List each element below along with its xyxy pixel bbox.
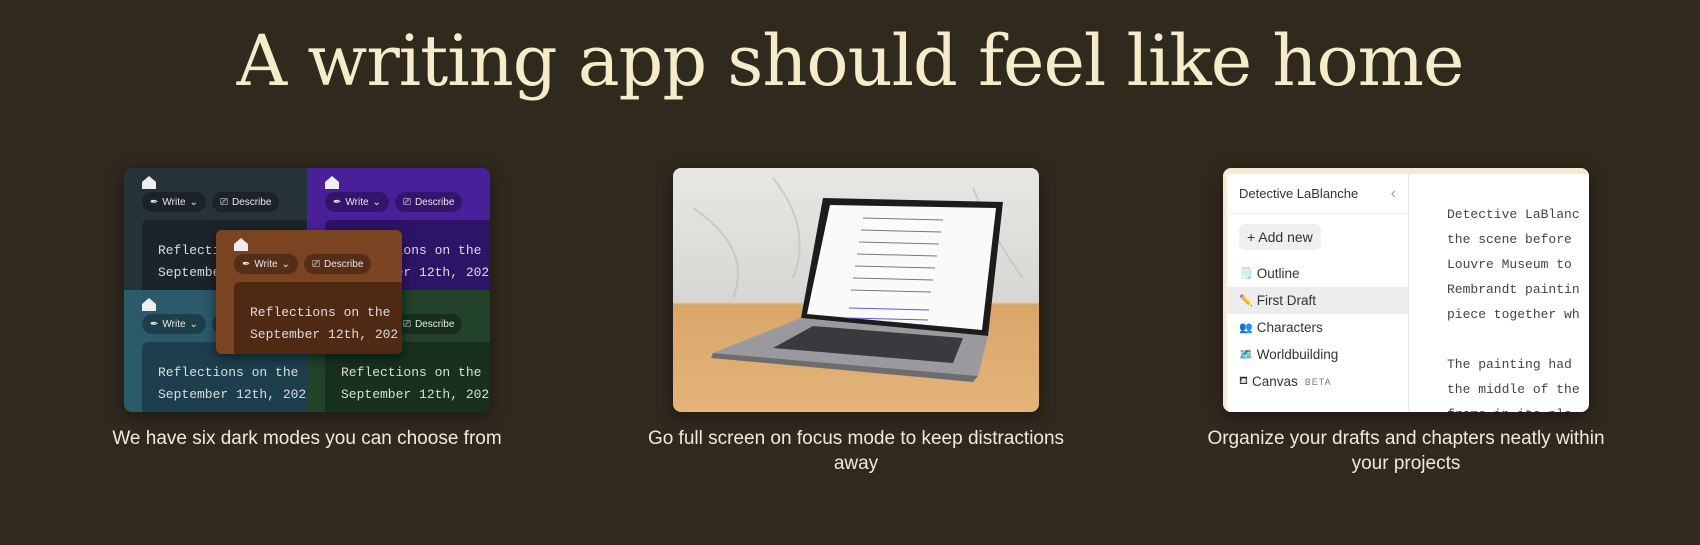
item-label: First Draft bbox=[1256, 293, 1316, 308]
collapse-chevron-icon[interactable]: ‹ bbox=[1391, 185, 1396, 203]
quill-icon: ✒ bbox=[242, 258, 251, 270]
sidebar-item-canvas[interactable]: ⛾ Canvas BETA bbox=[1227, 368, 1408, 395]
quill-icon: ✒ bbox=[150, 196, 159, 208]
write-label: Write bbox=[162, 318, 186, 330]
quill-icon: ✒ bbox=[150, 318, 159, 330]
chevron-down-icon[interactable]: ⌄ bbox=[190, 319, 198, 330]
write-button[interactable]: ✒Write ⌄ bbox=[142, 192, 206, 212]
item-label: Outline bbox=[1256, 266, 1300, 281]
projects-preview: Detective LaBlanche ‹ + Add new 🗒️ Outlin… bbox=[1223, 168, 1589, 412]
doc-line: piece together wh bbox=[1447, 307, 1580, 322]
chevron-down-icon[interactable]: ⌄ bbox=[373, 197, 381, 208]
home-icon bbox=[142, 298, 156, 311]
project-header: Detective LaBlanche ‹ bbox=[1227, 174, 1408, 214]
doc-line: The painting had bbox=[1447, 357, 1572, 372]
beta-badge: BETA bbox=[1304, 376, 1332, 387]
describe-label: Describe bbox=[414, 318, 455, 330]
home-icon bbox=[142, 176, 156, 189]
describe-icon: ⎚ bbox=[402, 196, 411, 208]
describe-icon: ⎚ bbox=[219, 196, 228, 208]
describe-icon: ⎚ bbox=[311, 258, 320, 270]
doc-line: Rembrandt paintin bbox=[1447, 282, 1580, 297]
item-icon: 👥 bbox=[1239, 322, 1253, 334]
dark-modes-preview: ✒Write⌄ ⎚Describe Reflections on theSept… bbox=[124, 168, 490, 412]
chevron-down-icon[interactable]: ⌄ bbox=[282, 259, 290, 270]
projects-caption: Organize your drafts and chapters neatly… bbox=[1207, 428, 1605, 474]
describe-label: Describe bbox=[414, 196, 455, 208]
focus-mode-caption: Go full screen on focus mode to keep dis… bbox=[647, 428, 1065, 474]
write-button[interactable]: ✒Write ⌄ bbox=[234, 254, 298, 274]
item-icon: ✏️ bbox=[1239, 295, 1253, 307]
item-icon: 🗺️ bbox=[1239, 349, 1253, 361]
describe-label: Describe bbox=[323, 258, 364, 270]
write-label: Write bbox=[162, 196, 186, 208]
quill-icon: ✒ bbox=[333, 196, 342, 208]
item-icon: ⛾ bbox=[1239, 374, 1248, 387]
editor-text: Reflections on the September 12th, 202 bbox=[234, 282, 402, 354]
doc-line bbox=[1447, 327, 1589, 352]
theme-panel-brown: ✒ Write ⌄ ⎚ Describe Reflections on the Sept… bbox=[216, 230, 402, 354]
describe-label: Describe bbox=[231, 196, 272, 208]
item-label: Canvas bbox=[1252, 374, 1298, 389]
write-label: Write bbox=[345, 196, 369, 208]
describe-icon: ⎚ bbox=[402, 318, 411, 330]
text-line: September 12th, 202 bbox=[341, 387, 490, 402]
laptop-image bbox=[692, 177, 1024, 382]
text-line: Reflections on the bbox=[341, 365, 482, 380]
home-icon bbox=[325, 176, 339, 189]
write-label: Write bbox=[254, 258, 278, 270]
home-icon bbox=[234, 238, 248, 251]
project-sidebar: Detective LaBlanche ‹ + Add new 🗒️ Outlin… bbox=[1227, 174, 1409, 412]
doc-line: the middle of the bbox=[1447, 382, 1580, 397]
text-line: September 12th, 202 bbox=[250, 327, 399, 342]
describe-button[interactable]: ⎚Describe bbox=[394, 314, 463, 334]
dark-modes-caption: We have six dark modes you can choose fr… bbox=[112, 428, 502, 449]
document-editor[interactable]: Detective LaBlanc the scene before Louvre … bbox=[1409, 174, 1589, 412]
sidebar-item-first-draft[interactable]: ✏️ First Draft bbox=[1227, 287, 1408, 314]
doc-line: Detective LaBlanc bbox=[1447, 207, 1580, 222]
chevron-down-icon[interactable]: ⌄ bbox=[190, 197, 198, 208]
focus-mode-photo bbox=[673, 168, 1039, 412]
project-title: Detective LaBlanche bbox=[1239, 186, 1359, 201]
text-line: September 12th, 202 bbox=[158, 387, 307, 402]
doc-line: Louvre Museum to bbox=[1447, 257, 1572, 272]
doc-line: the scene before bbox=[1447, 232, 1572, 247]
text-line: Reflections on the bbox=[250, 305, 391, 320]
describe-button[interactable]: ⎚Describe bbox=[303, 254, 372, 274]
sidebar-item-outline[interactable]: 🗒️ Outline bbox=[1227, 260, 1408, 287]
item-label: Worldbuilding bbox=[1256, 347, 1339, 362]
describe-button[interactable]: ⎚Describe bbox=[211, 192, 280, 212]
sidebar-item-characters[interactable]: 👥 Characters bbox=[1227, 314, 1408, 341]
item-icon: 🗒️ bbox=[1239, 268, 1253, 280]
doc-line: frame in its pla bbox=[1447, 402, 1589, 412]
text-line: Reflections on the bbox=[158, 365, 299, 380]
sidebar-item-worldbuilding[interactable]: 🗺️ Worldbuilding bbox=[1227, 341, 1408, 368]
item-label: Characters bbox=[1256, 320, 1323, 335]
write-button[interactable]: ✒Write ⌄ bbox=[142, 314, 206, 334]
write-button[interactable]: ✒Write ⌄ bbox=[325, 192, 389, 212]
describe-button[interactable]: ⎚Describe bbox=[394, 192, 463, 212]
page-title: A writing app should feel like home bbox=[236, 20, 1465, 102]
add-new-button[interactable]: + Add new bbox=[1239, 224, 1321, 250]
